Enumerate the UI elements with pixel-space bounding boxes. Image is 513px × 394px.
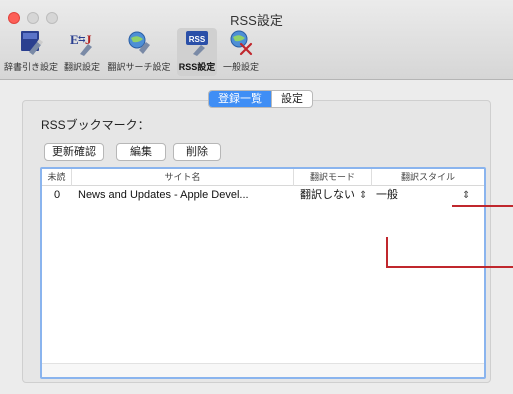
callout-line-style [452,205,513,207]
horizontal-scrollbar[interactable] [42,363,484,377]
tab-registered-list[interactable]: 登録一覧 [209,91,271,107]
toolbar-translation-settings[interactable]: E ⇆ J 翻訳設定 [62,28,102,76]
table-header: 未読 サイト名 翻訳モード 翻訳スタイル [42,169,484,186]
delete-button[interactable]: 削除 [173,143,221,161]
svg-text:RSS: RSS [189,35,206,44]
edit-button[interactable]: 編集 [116,143,166,161]
column-header-translation-mode[interactable]: 翻訳モード [294,169,372,186]
tab-settings[interactable]: 設定 [271,91,312,107]
translation-settings-icon: E ⇆ J [70,32,92,56]
title-toolbar: RSS設定 辞書引き設定 E ⇆ J 翻訳設定 翻訳サーチ設定 RSS RSS設… [0,0,513,80]
callout-line-mode-horizontal [386,266,513,268]
column-header-translation-style[interactable]: 翻訳スタイル [372,169,484,186]
translation-style-cell[interactable]: 一般 [376,186,446,205]
toolbar-label: 翻訳設定 [63,62,100,72]
check-updates-button[interactable]: 更新確認 [44,143,104,161]
toolbar-label: RSS設定 [178,62,216,72]
rss-settings-window: RSS設定 辞書引き設定 E ⇆ J 翻訳設定 翻訳サーチ設定 RSS RSS設… [0,0,513,394]
toolbar-rss-settings[interactable]: RSS RSS設定 [177,28,217,76]
translation-mode-cell[interactable]: 翻訳しない [300,186,358,205]
callout-line-mode-vertical [386,237,388,268]
toolbar-dictionary-settings[interactable]: 辞書引き設定 [0,28,62,76]
toolbar-translation-search-settings[interactable]: 翻訳サーチ設定 [104,28,174,76]
rss-icon: RSS [186,31,208,56]
toolbar-label: 翻訳サーチ設定 [107,62,171,72]
unread-count-cell: 0 [53,189,61,201]
rss-bookmark-table: 未読 サイト名 翻訳モード 翻訳スタイル 0 News and Updates … [40,167,486,379]
dictionary-lookup-icon [21,31,43,55]
column-header-unread[interactable]: 未読 [42,169,72,186]
tab-segmented-control: 登録一覧 設定 [208,90,313,108]
toolbar-general-settings[interactable]: 一般設定 [221,28,261,76]
toolbar-label: 辞書引き設定 [3,62,58,72]
translation-search-icon [128,31,150,54]
rss-bookmarks-label: RSSブックマーク： [41,118,150,132]
toolbar-label: 一般設定 [222,62,259,72]
general-settings-icon [230,30,253,56]
site-name-cell: News and Updates - Apple Devel... [78,189,249,201]
translation-style-stepper-icon[interactable]: ⇕ [462,186,470,205]
window-title: RSS設定 [230,13,283,28]
column-header-site-name[interactable]: サイト名 [72,169,294,186]
translation-mode-stepper-icon[interactable]: ⇕ [359,186,367,205]
table-row[interactable]: 0 News and Updates - Apple Devel... 翻訳しな… [42,186,484,205]
